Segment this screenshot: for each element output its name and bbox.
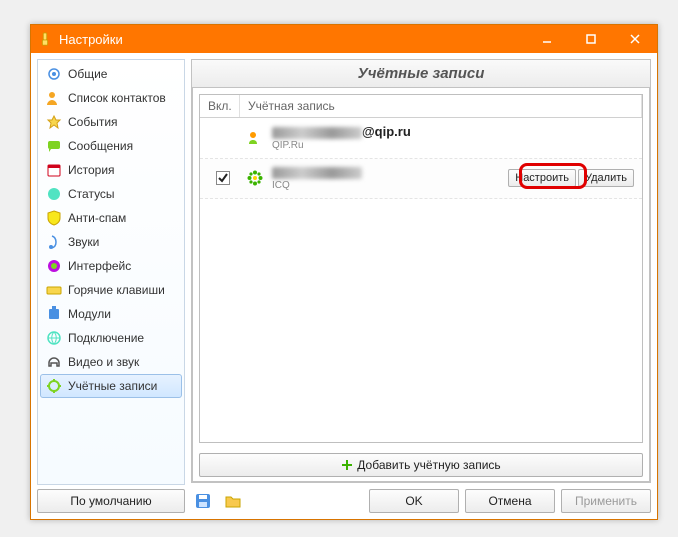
apply-button[interactable]: Применить bbox=[561, 489, 651, 513]
window-title: Настройки bbox=[59, 32, 525, 47]
accounts-box: Вкл. Учётная запись @qip.ru QIP.Ru bbox=[192, 88, 650, 482]
minimize-button[interactable] bbox=[525, 25, 569, 53]
account-protocol: QIP.Ru bbox=[272, 140, 634, 152]
panel-heading: Учётные записи bbox=[192, 60, 650, 88]
sidebar-item-modules[interactable]: Модули bbox=[40, 302, 182, 326]
add-account-label: Добавить учётную запись bbox=[357, 458, 500, 472]
close-button[interactable] bbox=[613, 25, 657, 53]
cancel-button[interactable]: Отмена bbox=[465, 489, 555, 513]
sidebar-item-label: Горячие клавиши bbox=[68, 283, 165, 297]
sidebar-item-label: История bbox=[68, 163, 115, 177]
sidebar-item-label: Видео и звук bbox=[68, 355, 139, 369]
add-account-button[interactable]: Добавить учётную запись bbox=[199, 453, 643, 477]
defaults-row: По умолчанию bbox=[37, 489, 185, 513]
account-name bbox=[272, 165, 500, 181]
sidebar-list: Общие Список контактов События Сообщения… bbox=[37, 59, 185, 485]
history-icon bbox=[46, 162, 62, 178]
settings-window: Настройки Общие Список контактов События bbox=[30, 24, 658, 520]
sidebar-item-video-sound[interactable]: Видео и звук bbox=[40, 350, 182, 374]
icq-icon bbox=[246, 169, 264, 187]
main-panel: Учётные записи Вкл. Учётная запись bbox=[191, 59, 651, 513]
app-icon bbox=[37, 31, 53, 47]
qip-icon bbox=[246, 129, 264, 147]
keyboard-icon bbox=[46, 282, 62, 298]
sidebar-item-label: Анти-спам bbox=[68, 211, 126, 225]
contacts-icon bbox=[46, 90, 62, 106]
account-row[interactable]: @qip.ru QIP.Ru bbox=[200, 118, 642, 159]
footer-bar: OK Отмена Применить bbox=[191, 489, 651, 513]
sidebar-item-label: Сообщения bbox=[68, 139, 133, 153]
sidebar-item-label: Учётные записи bbox=[68, 379, 157, 393]
connection-icon bbox=[46, 330, 62, 346]
sidebar-item-sounds[interactable]: Звуки bbox=[40, 230, 182, 254]
titlebar[interactable]: Настройки bbox=[31, 25, 657, 53]
general-icon bbox=[46, 66, 62, 82]
plus-icon bbox=[341, 459, 353, 471]
statuses-icon bbox=[46, 186, 62, 202]
sidebar-item-antispam[interactable]: Анти-спам bbox=[40, 206, 182, 230]
account-row[interactable]: ICQ Настроить Удалить bbox=[200, 159, 642, 200]
open-profile-button[interactable] bbox=[221, 489, 245, 513]
account-name: @qip.ru bbox=[272, 124, 634, 140]
sidebar-item-label: Статусы bbox=[68, 187, 115, 201]
modules-icon bbox=[46, 306, 62, 322]
defaults-button[interactable]: По умолчанию bbox=[37, 489, 185, 513]
sidebar-item-label: События bbox=[68, 115, 118, 129]
shield-icon bbox=[46, 210, 62, 226]
sidebar-item-accounts[interactable]: Учётные записи bbox=[40, 374, 182, 398]
sidebar-item-contacts[interactable]: Список контактов bbox=[40, 86, 182, 110]
sidebar: Общие Список контактов События Сообщения… bbox=[37, 59, 185, 513]
content-area: Общие Список контактов События Сообщения… bbox=[31, 53, 657, 519]
sidebar-item-history[interactable]: История bbox=[40, 158, 182, 182]
sound-icon bbox=[46, 234, 62, 250]
configure-account-button[interactable]: Настроить bbox=[508, 169, 576, 187]
sidebar-item-statuses[interactable]: Статусы bbox=[40, 182, 182, 206]
sidebar-item-label: Модули bbox=[68, 307, 111, 321]
account-protocol: ICQ bbox=[272, 180, 500, 192]
column-enabled: Вкл. bbox=[200, 95, 240, 117]
sidebar-item-events[interactable]: События bbox=[40, 110, 182, 134]
interface-icon bbox=[46, 258, 62, 274]
sidebar-item-connection[interactable]: Подключение bbox=[40, 326, 182, 350]
sidebar-item-label: Подключение bbox=[68, 331, 144, 345]
sidebar-item-label: Список контактов bbox=[68, 91, 166, 105]
headset-icon bbox=[46, 354, 62, 370]
obscured-text bbox=[272, 127, 362, 139]
sidebar-item-label: Общие bbox=[68, 67, 107, 81]
sidebar-item-general[interactable]: Общие bbox=[40, 62, 182, 86]
sidebar-item-hotkeys[interactable]: Горячие клавиши bbox=[40, 278, 182, 302]
sidebar-item-interface[interactable]: Интерфейс bbox=[40, 254, 182, 278]
delete-account-button[interactable]: Удалить bbox=[578, 169, 634, 187]
accounts-icon bbox=[46, 378, 62, 394]
messages-icon bbox=[46, 138, 62, 154]
enabled-cell[interactable] bbox=[208, 171, 238, 185]
events-icon bbox=[46, 114, 62, 130]
accounts-list: Вкл. Учётная запись @qip.ru QIP.Ru bbox=[199, 94, 643, 443]
sidebar-item-label: Звуки bbox=[68, 235, 99, 249]
obscured-text bbox=[272, 167, 362, 179]
sidebar-item-label: Интерфейс bbox=[68, 259, 131, 273]
enable-checkbox[interactable] bbox=[216, 171, 230, 185]
save-profile-button[interactable] bbox=[191, 489, 215, 513]
sidebar-item-messages[interactable]: Сообщения bbox=[40, 134, 182, 158]
maximize-button[interactable] bbox=[569, 25, 613, 53]
column-account: Учётная запись bbox=[240, 95, 642, 117]
ok-button[interactable]: OK bbox=[369, 489, 459, 513]
